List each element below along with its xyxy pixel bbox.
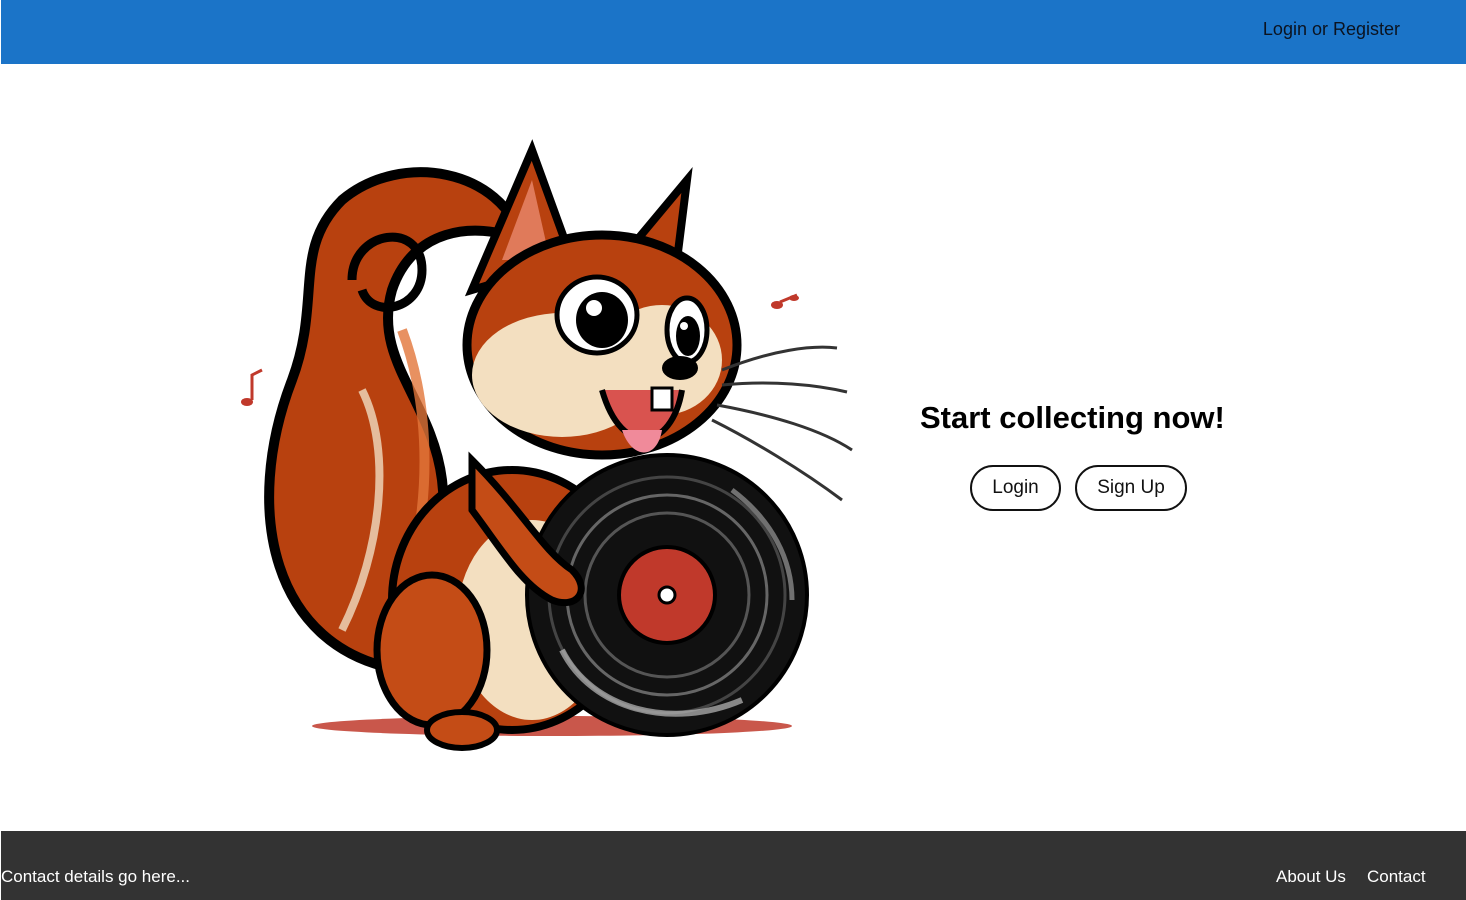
footer-about-us-link[interactable]: About Us [1276,867,1346,887]
cta-heading: Start collecting now! [920,400,1225,435]
squirrel-record-illustration [241,139,853,751]
footer-contact-link[interactable]: Contact [1367,867,1426,887]
footer: Contact details go here... About Us Cont… [1,831,1466,900]
signup-button[interactable]: Sign Up [1075,465,1187,511]
login-register-link[interactable]: Login or Register [1263,19,1400,40]
login-button[interactable]: Login [970,465,1061,511]
footer-contact-details: Contact details go here... [1,867,191,886]
top-navbar: Login or Register [1,0,1466,64]
